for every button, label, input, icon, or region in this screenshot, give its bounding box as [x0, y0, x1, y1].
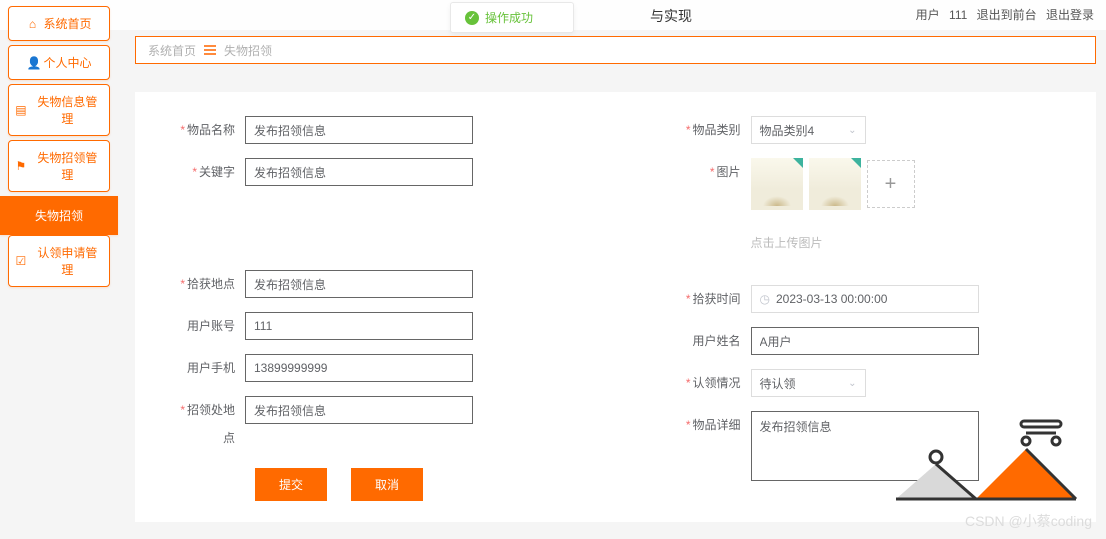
form-card: *物品名称 *关键字 *拾获地点 用户账号 用户手机	[135, 92, 1096, 522]
flag-icon: ⚑	[15, 159, 27, 173]
check-icon: ✓	[465, 11, 479, 25]
watermark: CSDN @小蔡coding	[965, 511, 1092, 531]
pick-time-value: 2023-03-13 00:00:00	[776, 292, 887, 306]
claim-state-selected: 待认领	[760, 375, 796, 392]
form-left-column: *物品名称 *关键字 *拾获地点 用户账号 用户手机	[175, 116, 551, 501]
pick-time-input[interactable]: ◷ 2023-03-13 00:00:00	[751, 285, 979, 313]
item-name-input[interactable]	[245, 116, 473, 144]
breadcrumb-root[interactable]: 系统首页	[148, 42, 196, 59]
label-category: *物品类别	[681, 116, 751, 144]
label-user-name: 用户姓名	[681, 327, 751, 355]
user-icon: 👤	[26, 56, 38, 70]
sidebar-item-label: 系统首页	[43, 15, 91, 32]
breadcrumb-separator-icon	[204, 45, 216, 55]
uploaded-image-2[interactable]	[809, 158, 861, 210]
label-pick-time: *拾获时间	[681, 285, 751, 313]
keyword-input[interactable]	[245, 158, 473, 186]
category-select[interactable]: 物品类别4 ⌄	[751, 116, 866, 144]
clock-icon: ◷	[760, 292, 770, 306]
home-icon: ⌂	[26, 17, 38, 31]
sidebar-item-label: 失物信息管理	[32, 93, 103, 127]
top-right: 用户 111 退出到前台 退出登录	[910, 6, 1094, 23]
label-user-account: 用户账号	[175, 312, 245, 340]
success-toast: ✓ 操作成功	[450, 2, 574, 33]
sidebar-item-home[interactable]: ⌂ 系统首页	[8, 6, 110, 41]
breadcrumb: 系统首页 失物招领	[135, 36, 1096, 64]
upload-button[interactable]: +	[867, 160, 915, 208]
plus-icon: +	[885, 173, 897, 196]
category-selected: 物品类别4	[760, 122, 815, 139]
main: 系统首页 失物招领 *物品名称 *关键字 *拾获地点	[135, 36, 1096, 539]
upload-hint: 点击上传图片	[751, 234, 1057, 251]
page-title-fragment: 与实现	[650, 6, 692, 26]
label-keyword: *关键字	[175, 158, 245, 186]
sidebar-item-label: 失物招领	[35, 207, 83, 224]
label-images: *图片	[681, 158, 751, 186]
sidebar-item-label: 个人中心	[43, 54, 91, 71]
sidebar-item-found-publish[interactable]: 失物招领	[0, 196, 118, 235]
label-claim-place: *招领处地点	[175, 396, 245, 452]
list-icon: ▤	[15, 103, 27, 117]
label-item-name: *物品名称	[175, 116, 245, 144]
user-id: 111	[949, 8, 967, 22]
user-label: 用户	[916, 8, 940, 22]
cancel-button[interactable]: 取消	[351, 468, 423, 501]
label-pick-place: *拾获地点	[175, 270, 245, 298]
label-detail: *物品详细	[681, 411, 751, 439]
user-account-input[interactable]	[245, 312, 473, 340]
check-icon: ☑	[15, 254, 27, 268]
sidebar: ⌂ 系统首页 👤 个人中心 ▤ 失物信息管理 ⚑ 失物招领管理 失物招领 ☑ 认…	[0, 0, 118, 291]
chevron-down-icon: ⌄	[848, 125, 856, 136]
uploaded-image-1[interactable]	[751, 158, 803, 210]
form-right-column: *物品类别 物品类别4 ⌄ *图片	[681, 116, 1057, 501]
sidebar-item-found-manage[interactable]: ⚑ 失物招领管理	[8, 140, 110, 192]
back-to-front[interactable]: 退出到前台	[977, 8, 1037, 22]
user-name-input[interactable]	[751, 327, 979, 355]
sidebar-item-profile[interactable]: 👤 个人中心	[8, 45, 110, 80]
sidebar-item-claim-manage[interactable]: ☑ 认领申请管理	[8, 235, 110, 287]
pick-place-input[interactable]	[245, 270, 473, 298]
claim-place-input[interactable]	[245, 396, 473, 424]
label-user-phone: 用户手机	[175, 354, 245, 382]
sidebar-item-label: 失物招领管理	[32, 149, 103, 183]
sidebar-item-lost-manage[interactable]: ▤ 失物信息管理	[8, 84, 110, 136]
sidebar-item-label: 认领申请管理	[32, 244, 103, 278]
breadcrumb-current: 失物招领	[224, 42, 272, 59]
submit-button[interactable]: 提交	[255, 468, 327, 501]
chevron-down-icon: ⌄	[848, 378, 856, 389]
detail-textarea[interactable]	[751, 411, 979, 481]
claim-state-select[interactable]: 待认领 ⌄	[751, 369, 866, 397]
label-claim-state: *认领情况	[681, 369, 751, 397]
user-phone-input[interactable]	[245, 354, 473, 382]
toast-text: 操作成功	[485, 9, 533, 26]
logout[interactable]: 退出登录	[1046, 8, 1094, 22]
